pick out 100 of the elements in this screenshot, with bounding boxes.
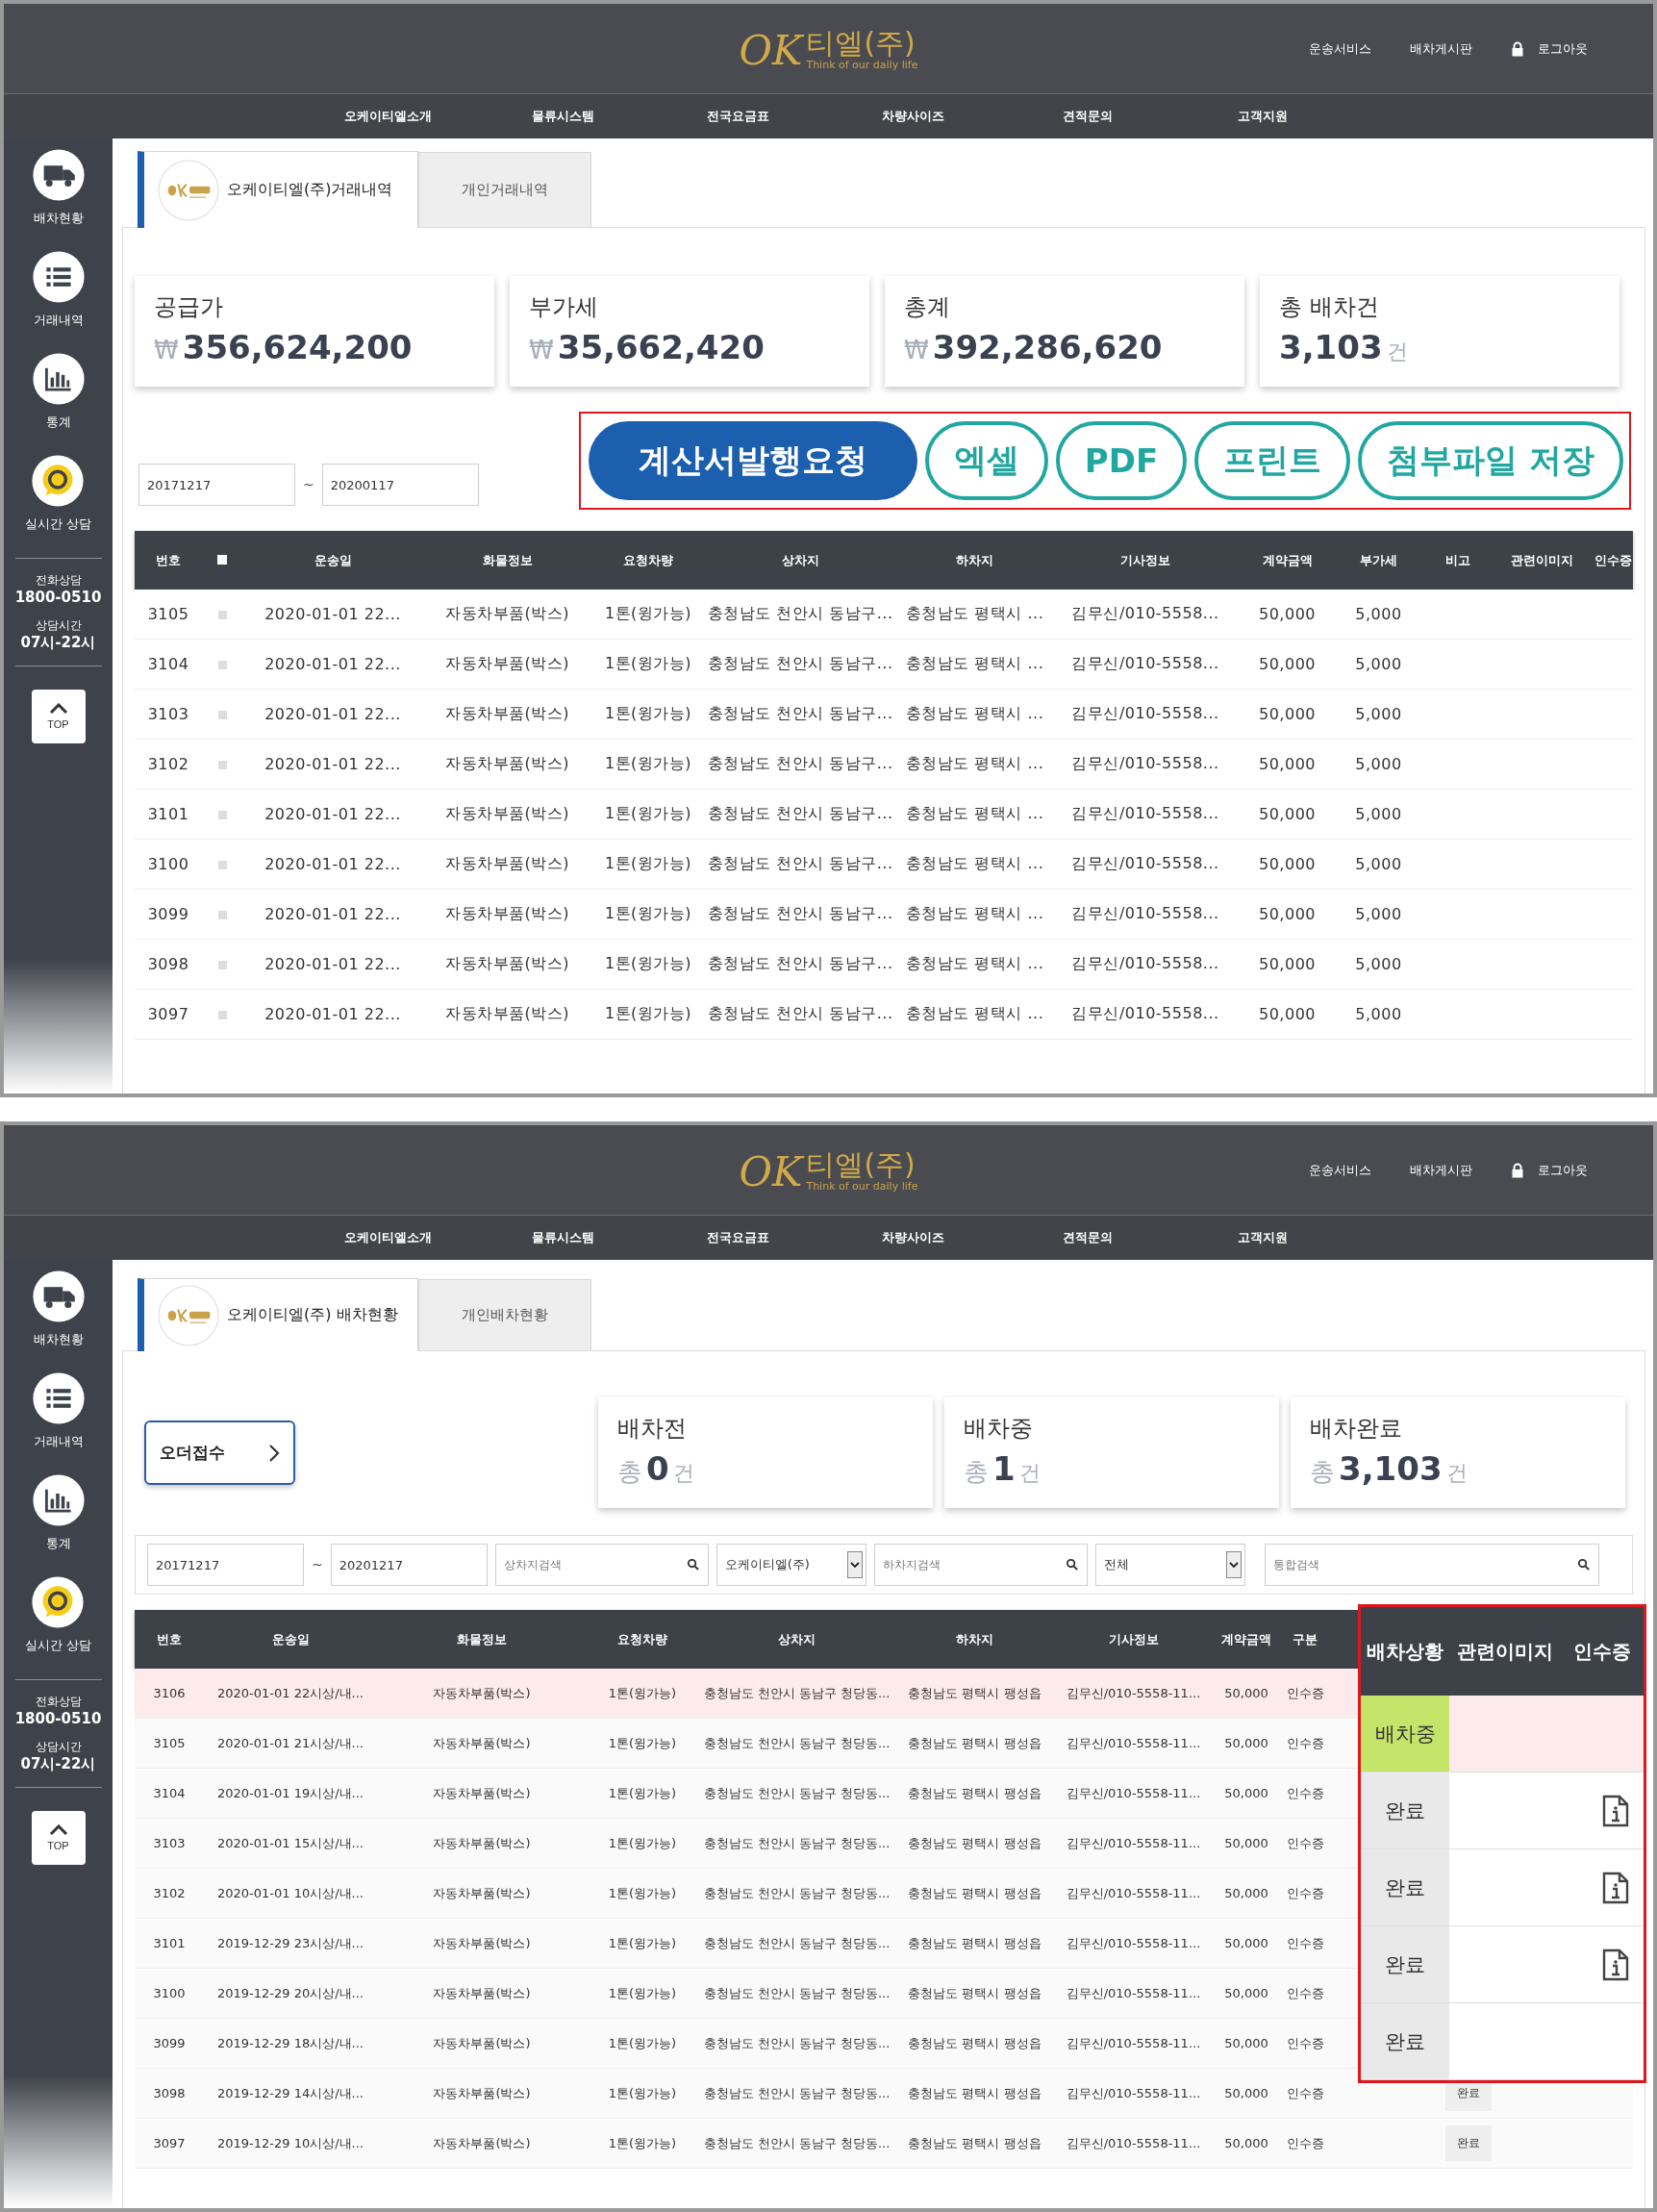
table-cell-text: 김무신/010-5558... — [1070, 854, 1220, 874]
nav-link[interactable]: 오케이티엘소개 — [300, 1229, 475, 1246]
table-cell-text: 충청남도 천안시 동남구... — [706, 754, 894, 774]
nav-link[interactable]: 차량사이즈 — [825, 1229, 1000, 1246]
table-cell-text: 2020-01-01 22... — [264, 905, 402, 923]
logo-name: 티엘(주) — [806, 26, 916, 59]
table-cell-text: 충청남도 평택시 팽성읍 — [907, 1984, 1042, 2002]
sidebar-item[interactable]: 거래내역 — [31, 1371, 86, 1450]
status-cell: 완료 — [1361, 1849, 1449, 1925]
date-field[interactable]: 20171217 — [138, 464, 295, 506]
header-link[interactable]: 배차게시판 — [1410, 1161, 1472, 1179]
column-header: 번호 — [156, 1630, 183, 1648]
column-header: 하차지 — [955, 551, 994, 569]
header-link[interactable]: 로그아웃 — [1511, 39, 1588, 58]
sidebar-item[interactable]: 거래내역 — [31, 250, 86, 329]
table-cell-text: 50,000 — [1223, 2086, 1269, 2100]
table-cell-text: 충청남도 평택시 ... — [904, 904, 1045, 924]
table-cell-text: 3103 — [152, 1836, 187, 1850]
top-button[interactable]: TOP — [31, 1811, 86, 1865]
column-header: 번호 — [155, 551, 182, 569]
table-cell-text: 5,000 — [1354, 1005, 1403, 1023]
sidebar-item[interactable]: 실시간 상담 — [24, 1575, 92, 1654]
column-header: 운송일 — [313, 551, 353, 569]
row-checkbox[interactable] — [217, 661, 227, 669]
logo-mark: OK — [739, 30, 803, 71]
nav-link[interactable]: 물류시스템 — [475, 108, 650, 125]
header-link[interactable]: 배차게시판 — [1410, 39, 1472, 58]
table-cell-text: 3100 — [152, 1986, 187, 2000]
unit-label: 건 — [1386, 339, 1408, 365]
table-cell-text: 5,000 — [1354, 955, 1403, 973]
sidebar-item[interactable]: 실시간 상담 — [24, 454, 92, 533]
table-cell-text: 김무신/010-5558... — [1070, 954, 1220, 974]
row-checkbox[interactable] — [217, 911, 227, 919]
nav-link[interactable]: 고객지원 — [1175, 1229, 1350, 1246]
nav-link[interactable]: 오케이티엘소개 — [300, 108, 475, 125]
sidebar-item[interactable]: 배차현황 — [31, 1269, 86, 1348]
table-cell-text: 인수증 — [1285, 1934, 1325, 1952]
nav-link[interactable]: 물류시스템 — [475, 1229, 650, 1246]
column-header: 계약금액 — [1261, 551, 1314, 569]
table-cell-text: 인수증 — [1285, 1834, 1325, 1852]
row-checkbox[interactable] — [217, 711, 227, 719]
row-checkbox[interactable] — [217, 1011, 227, 1019]
phone-label: 전화상담 — [35, 572, 82, 589]
sidebar-item[interactable]: 통계 — [31, 1473, 86, 1552]
header-link[interactable]: 로그아웃 — [1511, 1161, 1588, 1179]
dropdown[interactable]: 오케이티엘(주) — [716, 1544, 866, 1586]
hours-text: 07시-22시 — [20, 634, 96, 652]
card-value: 356,624,200 — [182, 328, 413, 366]
table-cell-text: 충청남도 평택시 팽성읍 — [907, 2034, 1042, 2052]
date-field[interactable]: 20200117 — [321, 464, 479, 506]
table-cell-text: 충청남도 천안시 동남구 청당동... — [702, 2134, 891, 2152]
table-cell-text: 50,000 — [1258, 705, 1317, 723]
nav-link[interactable]: 전국요금표 — [650, 108, 825, 125]
table-cell-text: 2020-01-01 22... — [264, 655, 402, 673]
unit-label: 건 — [1018, 1460, 1041, 1487]
table-cell-text: 충청남도 평택시 팽성읍 — [907, 1934, 1042, 1952]
column-header: 하차지 — [955, 1630, 994, 1648]
table-cell-text: 충청남도 평택시 ... — [904, 954, 1045, 974]
search-field[interactable]: 통합검색 — [1264, 1544, 1599, 1586]
header-link[interactable]: 운송서비스 — [1309, 1161, 1371, 1179]
card-label: 총 배차건 — [1279, 292, 1380, 322]
row-checkbox[interactable] — [217, 961, 227, 969]
bar-chart-icon — [31, 1473, 86, 1527]
tab[interactable]: 개인거래내역 — [418, 152, 591, 227]
date-field[interactable]: 20171217 — [147, 1544, 304, 1586]
table-cell-text: 충청남도 평택시 팽성읍 — [907, 1784, 1042, 1802]
sidebar-item[interactable]: 배차현황 — [31, 148, 86, 227]
top-button[interactable]: TOP — [31, 690, 86, 743]
order-button[interactable]: 오더접수 — [144, 1420, 295, 1485]
nav-link[interactable]: 견적문의 — [1000, 108, 1175, 125]
table-cell-text: 충청남도 천안시 동남구 청당동... — [702, 1834, 891, 1852]
search-field[interactable]: 상차지검색 — [494, 1544, 709, 1586]
table-cell-text: 1톤(윙가능) — [603, 604, 693, 624]
column-header: 인수증 — [1593, 551, 1633, 569]
date-field[interactable]: 20201217 — [330, 1544, 488, 1586]
tab[interactable]: 개인배차현황 — [418, 1279, 591, 1350]
value-prefix: ₩ — [529, 336, 554, 364]
tab[interactable]: 오케이티엘(주)거래내역 — [138, 151, 418, 228]
header-link[interactable]: 운송서비스 — [1309, 39, 1371, 58]
row-checkbox[interactable] — [217, 861, 227, 869]
nav-link[interactable]: 견적문의 — [1000, 1229, 1175, 1246]
table-cell-text: 자동차부품(박스) — [444, 754, 570, 774]
nav-link[interactable]: 고객지원 — [1175, 108, 1350, 125]
table-cell-text: 충청남도 평택시 팽성읍 — [907, 2084, 1042, 2102]
dropdown[interactable]: 전체 — [1094, 1544, 1245, 1586]
action-button[interactable]: 계산서발행요청 — [588, 421, 917, 500]
tab[interactable]: 오케이티엘(주) 배차현황 — [138, 1278, 418, 1351]
nav-link[interactable]: 전국요금표 — [650, 1229, 825, 1246]
table-cell-text: 1톤(윙가능) — [603, 654, 693, 674]
row-checkbox[interactable] — [217, 811, 227, 819]
table-cell-text: 충청남도 천안시 동남구... — [706, 604, 894, 624]
table-cell-text: 김무신/010-5558-11... — [1065, 1784, 1202, 1802]
table-cell-text: 인수증 — [1285, 1784, 1325, 1802]
select-all-checkbox[interactable] — [217, 555, 227, 565]
row-checkbox[interactable] — [217, 761, 227, 769]
nav-link[interactable]: 차량사이즈 — [825, 108, 1000, 125]
document-icon — [1601, 1794, 1630, 1827]
row-checkbox[interactable] — [217, 611, 227, 619]
search-field[interactable]: 하차지검색 — [873, 1544, 1088, 1586]
sidebar-item[interactable]: 통계 — [31, 352, 86, 431]
